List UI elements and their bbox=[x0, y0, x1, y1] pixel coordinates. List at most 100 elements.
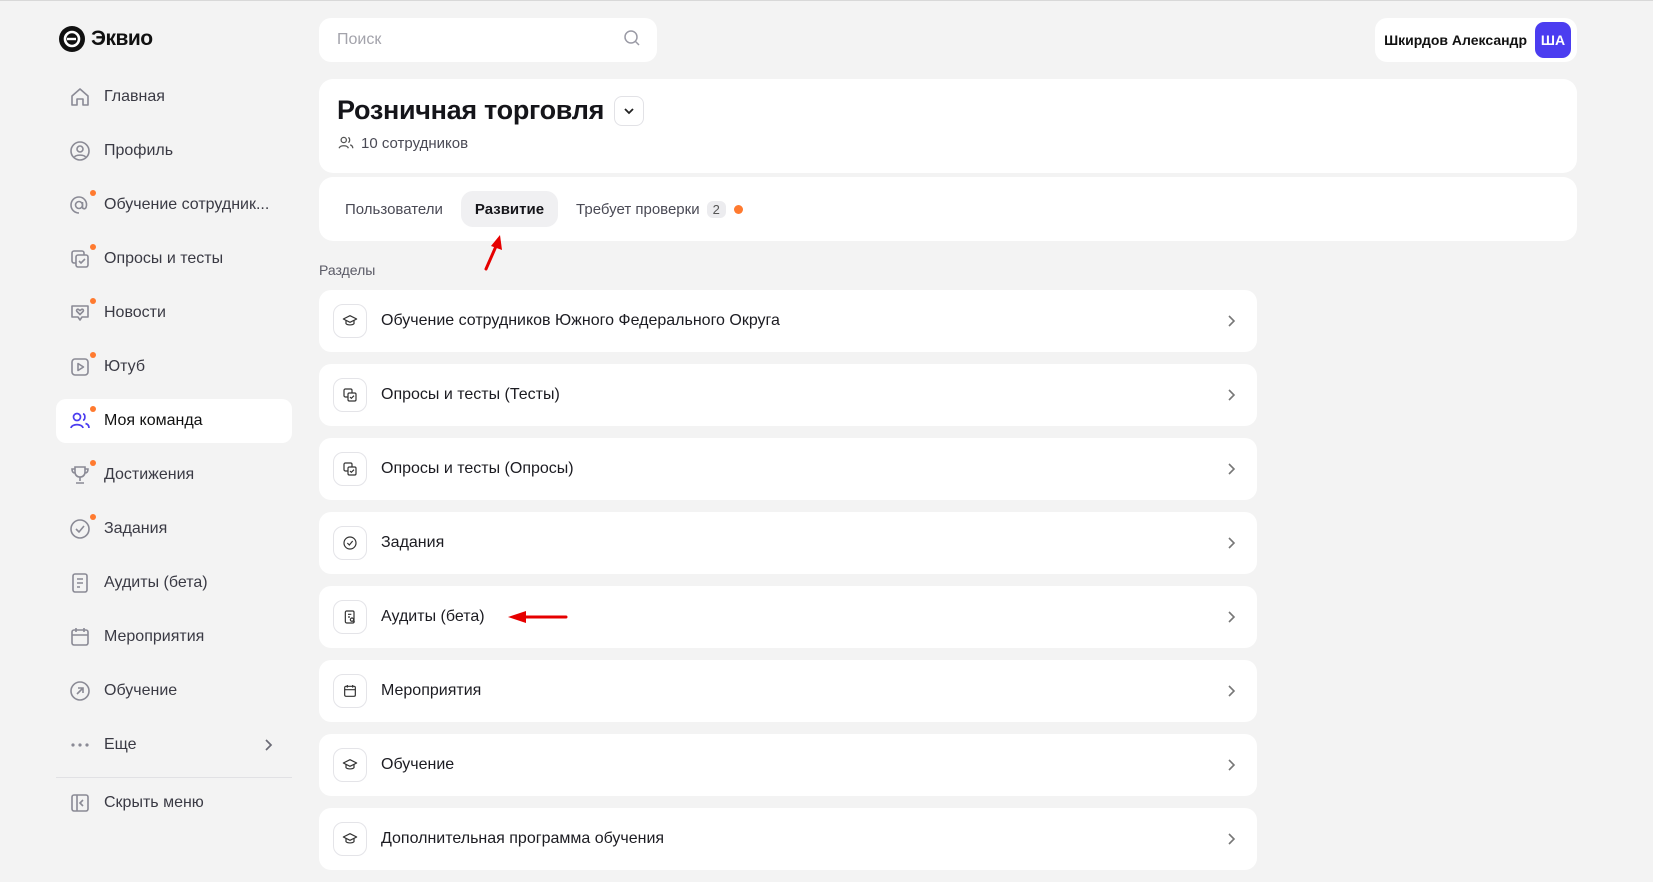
chevron-right-icon bbox=[1221, 459, 1241, 479]
calendar-icon bbox=[68, 625, 92, 649]
audit-icon bbox=[68, 571, 92, 595]
sidebar-item-achievements[interactable]: Достижения bbox=[56, 453, 292, 497]
user-name: Шкирдов Александр bbox=[1384, 32, 1527, 48]
section-row[interactable]: Обучение bbox=[319, 734, 1257, 796]
hide-menu-button[interactable]: Скрыть меню bbox=[56, 781, 292, 825]
count-badge: 2 bbox=[706, 200, 726, 218]
sidebar-item-home[interactable]: Главная bbox=[56, 75, 292, 119]
sidebar-item-label: Ютуб bbox=[104, 358, 146, 375]
sidebar-item-label: Профиль bbox=[104, 142, 174, 159]
logo[interactable]: Эквио bbox=[59, 26, 153, 52]
notification-dot bbox=[90, 244, 96, 250]
section-label: Дополнительная программа обучения bbox=[381, 830, 665, 847]
search-box[interactable] bbox=[319, 18, 657, 62]
sidebar-item-label: Моя команда bbox=[104, 412, 203, 429]
sidebar-item-label: Обучение bbox=[104, 682, 178, 699]
graduation-cap-icon bbox=[333, 748, 367, 782]
chevron-right-icon bbox=[1221, 681, 1241, 701]
sidebar-item-employee-training[interactable]: Обучение сотрудник... bbox=[56, 183, 292, 227]
video-icon bbox=[68, 352, 96, 379]
check-circle-icon bbox=[68, 514, 96, 541]
section-row[interactable]: Задания bbox=[319, 512, 1257, 574]
search-icon[interactable] bbox=[623, 29, 641, 52]
chevron-right-icon bbox=[258, 735, 278, 755]
tab-label: Требует проверки bbox=[576, 200, 700, 218]
sidebar-item-profile[interactable]: Профиль bbox=[56, 129, 292, 173]
notification-dot bbox=[90, 190, 96, 196]
news-icon bbox=[68, 298, 96, 325]
calendar-icon bbox=[333, 674, 367, 708]
notification-dot bbox=[90, 460, 96, 466]
chevron-right-icon bbox=[1221, 311, 1241, 331]
chevron-right-icon bbox=[1221, 607, 1241, 627]
section-row[interactable]: Мероприятия bbox=[319, 660, 1257, 722]
sidebar-item-my-team[interactable]: Моя команда bbox=[56, 399, 292, 443]
team-icon bbox=[68, 406, 96, 433]
trophy-icon bbox=[68, 460, 96, 487]
section-row[interactable]: Аудиты (бета) bbox=[319, 586, 1257, 648]
tabs-bar: Пользователи Развитие Требует проверки 2 bbox=[319, 177, 1577, 241]
team-dropdown-button[interactable] bbox=[614, 95, 645, 126]
tab-users[interactable]: Пользователи bbox=[331, 191, 457, 227]
chevron-right-icon bbox=[1221, 755, 1241, 775]
learning-icon bbox=[68, 679, 92, 703]
check-circle-icon bbox=[333, 526, 367, 560]
sections-heading: Разделы bbox=[319, 262, 376, 278]
sidebar-item-events[interactable]: Мероприятия bbox=[56, 615, 292, 659]
sidebar: Главная Профиль Обучение сотрудник... Оп… bbox=[56, 75, 292, 835]
collapse-sidebar-icon bbox=[68, 791, 92, 815]
chevron-right-icon bbox=[1221, 385, 1241, 405]
sidebar-item-news[interactable]: Новости bbox=[56, 291, 292, 335]
section-label: Мероприятия bbox=[381, 682, 482, 699]
sidebar-item-label: Главная bbox=[104, 88, 165, 105]
survey-icon bbox=[68, 244, 96, 271]
section-label: Опросы и тесты (Тесты) bbox=[381, 386, 560, 403]
avatar[interactable]: ША bbox=[1535, 22, 1571, 58]
notification-dot bbox=[90, 514, 96, 520]
tab-development[interactable]: Развитие bbox=[460, 191, 559, 227]
graduation-cap-icon bbox=[333, 822, 367, 856]
chevron-down-icon bbox=[624, 107, 634, 114]
sidebar-item-youtube[interactable]: Ютуб bbox=[56, 345, 292, 389]
section-row[interactable]: Опросы и тесты (Тесты) bbox=[319, 364, 1257, 426]
chevron-right-icon bbox=[1221, 829, 1241, 849]
hide-menu-label: Скрыть меню bbox=[104, 794, 204, 811]
sidebar-item-label: Задания bbox=[104, 520, 168, 537]
sidebar-divider bbox=[56, 777, 292, 778]
graduation-cap-icon bbox=[333, 304, 367, 338]
top-border bbox=[0, 0, 1653, 1]
user-menu[interactable]: Шкирдов Александр ША bbox=[1375, 18, 1577, 62]
sidebar-item-surveys[interactable]: Опросы и тесты bbox=[56, 237, 292, 281]
chevron-right-icon bbox=[1221, 533, 1241, 553]
tab-needs-review[interactable]: Требует проверки 2 bbox=[562, 191, 757, 227]
section-row[interactable]: Дополнительная программа обучения bbox=[319, 808, 1257, 870]
sidebar-item-label: Достижения bbox=[104, 466, 195, 483]
section-label: Аудиты (бета) bbox=[381, 608, 485, 625]
search-input[interactable] bbox=[335, 30, 599, 50]
logo-icon bbox=[59, 26, 85, 52]
section-label: Задания bbox=[381, 534, 445, 551]
audit-icon bbox=[333, 600, 367, 634]
sidebar-item-tasks[interactable]: Задания bbox=[56, 507, 292, 551]
section-label: Обучение bbox=[381, 756, 455, 773]
notification-dot bbox=[90, 352, 96, 358]
at-icon bbox=[68, 190, 96, 217]
sections-list: Обучение сотрудников Южного Федерального… bbox=[319, 290, 1257, 882]
notification-dot bbox=[90, 298, 96, 304]
sidebar-item-more[interactable]: Еще bbox=[56, 723, 292, 767]
team-header-card: Розничная торговля 10 сотрудников bbox=[319, 79, 1577, 173]
sidebar-item-learning[interactable]: Обучение bbox=[56, 669, 292, 713]
tab-label: Пользователи bbox=[345, 200, 443, 218]
sidebar-item-label: Мероприятия bbox=[104, 628, 205, 645]
notification-dot bbox=[733, 204, 743, 214]
section-label: Опросы и тесты (Опросы) bbox=[381, 460, 574, 477]
sidebar-item-audits[interactable]: Аудиты (бета) bbox=[56, 561, 292, 605]
sidebar-item-label: Аудиты (бета) bbox=[104, 574, 208, 591]
sidebar-item-label: Новости bbox=[104, 304, 166, 321]
section-row[interactable]: Опросы и тесты (Опросы) bbox=[319, 438, 1257, 500]
tab-label: Развитие bbox=[474, 200, 545, 218]
section-row[interactable]: Обучение сотрудников Южного Федерального… bbox=[319, 290, 1257, 352]
survey-icon bbox=[333, 452, 367, 486]
logo-text: Эквио bbox=[91, 27, 153, 50]
employee-count: 10 сотрудников bbox=[361, 134, 469, 152]
